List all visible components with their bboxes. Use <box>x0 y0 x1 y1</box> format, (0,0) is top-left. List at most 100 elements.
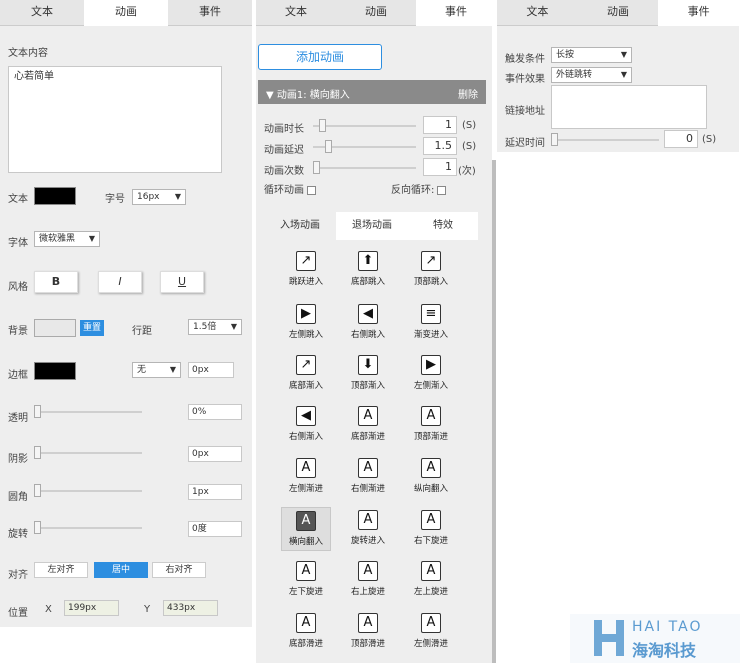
animation-item[interactable]: A 顶部滑进 <box>343 613 393 649</box>
delete-link[interactable]: 删除 <box>458 86 478 101</box>
animation-item[interactable]: ↗ 顶部跳入 <box>406 251 456 287</box>
rotate-slider[interactable] <box>34 521 142 534</box>
y-input[interactable]: 433px <box>163 600 218 616</box>
underline-button[interactable]: U <box>160 271 204 293</box>
slider-handle[interactable] <box>313 161 320 174</box>
animation-item[interactable]: A 右上旋进 <box>343 561 393 597</box>
animation-item[interactable]: A 左下旋进 <box>281 561 331 597</box>
slider-handle[interactable] <box>34 446 41 459</box>
delay-input[interactable]: 1.5 <box>423 137 457 155</box>
radius-slider[interactable] <box>34 484 142 497</box>
middle-tab-event[interactable]: 事件 <box>416 0 496 26</box>
reset-button[interactable]: 重置 <box>80 320 104 336</box>
animation-item[interactable]: ◀ 右侧渐入 <box>281 406 331 442</box>
bold-button[interactable]: B <box>34 271 78 293</box>
reverse-checkbox[interactable] <box>437 185 447 195</box>
middle-tab-text[interactable]: 文本 <box>256 0 336 26</box>
animation-item[interactable]: ↗ 底部渐入 <box>281 355 331 391</box>
style-label: 风格 <box>8 282 28 293</box>
animation-item[interactable]: A 底部滑进 <box>281 613 331 649</box>
radius-input[interactable]: 1px <box>188 484 242 500</box>
duration-input[interactable]: 1 <box>423 116 457 134</box>
animation-item[interactable]: A 左上旋进 <box>406 561 456 597</box>
right-tab-animation[interactable]: 动画 <box>577 0 659 26</box>
delay-slider[interactable] <box>313 140 416 153</box>
slider-handle[interactable] <box>34 405 41 418</box>
right-tab-text[interactable]: 文本 <box>497 0 578 26</box>
animation-item[interactable]: A 旋转进入 <box>343 510 393 546</box>
add-animation-button[interactable]: 添加动画 <box>258 44 382 70</box>
slider-handle[interactable] <box>34 484 41 497</box>
subtab-exit[interactable]: 退场动画 <box>336 212 408 240</box>
border-width-input[interactable]: 0px <box>188 362 234 378</box>
effect-value: 外链跳转 <box>556 70 593 80</box>
animation-item[interactable]: A 纵向翻入 <box>406 458 456 494</box>
delay-time-input[interactable]: 0 <box>664 130 698 148</box>
left-tab-event[interactable]: 事件 <box>168 0 252 26</box>
animation-label: 渐变进入 <box>413 330 448 340</box>
count-slider[interactable] <box>313 161 416 174</box>
link-textarea[interactable] <box>551 85 707 129</box>
animation-item[interactable]: A 右侧渐进 <box>343 458 393 494</box>
opacity-slider[interactable] <box>34 405 142 418</box>
loop-label: 循环动画 <box>264 185 304 196</box>
subtab-enter[interactable]: 入场动画 <box>264 212 336 240</box>
middle-scrollbar[interactable] <box>492 160 496 663</box>
slider-handle[interactable] <box>319 119 326 132</box>
line-height-select[interactable]: 1.5倍 ▼ <box>188 319 242 335</box>
count-input[interactable]: 1 <box>423 158 457 176</box>
animation-label: 横向翻入 <box>288 537 323 547</box>
rotate-input[interactable]: 0度 <box>188 521 242 537</box>
middle-tab-animation[interactable]: 动画 <box>336 0 416 26</box>
shadow-input[interactable]: 0px <box>188 446 242 462</box>
subtab-effect[interactable]: 特效 <box>408 212 478 240</box>
animation-item[interactable]: ⬆ 底部跳入 <box>343 251 393 287</box>
slider-handle[interactable] <box>551 133 558 146</box>
duration-slider[interactable] <box>313 119 416 132</box>
animation-item[interactable]: ≡ 渐变进入 <box>406 304 456 340</box>
animation-item[interactable]: A 顶部渐进 <box>406 406 456 442</box>
delay-unit: (S) <box>462 141 477 152</box>
animation-label: 顶部渐进 <box>413 432 448 442</box>
animation-item[interactable]: A 右下旋进 <box>406 510 456 546</box>
align-right-button[interactable]: 右对齐 <box>152 562 206 578</box>
animation-label: 底部跳入 <box>350 277 385 287</box>
animation-header[interactable]: ▼ 动画1: 横向翻入 删除 <box>258 80 486 104</box>
effect-select[interactable]: 外链跳转 ▼ <box>551 67 632 83</box>
align-center-button[interactable]: 居中 <box>94 562 148 578</box>
left-tab-text[interactable]: 文本 <box>0 0 84 26</box>
x-input[interactable]: 199px <box>64 600 119 616</box>
animation-item[interactable]: ▶ 左侧渐入 <box>406 355 456 391</box>
link-label: 链接地址 <box>505 106 545 117</box>
background-color-swatch[interactable] <box>34 319 76 337</box>
animation-item[interactable]: ▶ 左侧跳入 <box>281 304 331 340</box>
font-size-select[interactable]: 16px ▼ <box>132 189 186 205</box>
animation-item[interactable]: A 左侧渐进 <box>281 458 331 494</box>
animation-item[interactable]: ⬇ 顶部渐入 <box>343 355 393 391</box>
animation-item[interactable]: ↗ 跳跃进入 <box>281 251 331 287</box>
border-color-swatch[interactable] <box>34 362 76 380</box>
slider-handle[interactable] <box>325 140 332 153</box>
shadow-slider[interactable] <box>34 446 142 459</box>
align-left-button[interactable]: 左对齐 <box>34 562 88 578</box>
trigger-select[interactable]: 长按 ▼ <box>551 47 632 63</box>
text-color-swatch[interactable] <box>34 187 76 205</box>
slider-handle[interactable] <box>34 521 41 534</box>
font-family-select[interactable]: 微软雅黑 ▼ <box>34 231 100 247</box>
animation-label: 右侧渐进 <box>350 484 385 494</box>
italic-button[interactable]: I <box>98 271 142 293</box>
right-tab-event[interactable]: 事件 <box>658 0 740 26</box>
animation-item[interactable]: A 横向翻入 <box>281 507 331 551</box>
left-tab-animation[interactable]: 动画 <box>84 0 168 26</box>
opacity-input[interactable]: 0% <box>188 404 242 420</box>
content-textarea[interactable]: 心若简单 <box>8 66 222 173</box>
animation-label: 底部渐入 <box>288 381 323 391</box>
animation-item[interactable]: A 左侧滑进 <box>406 613 456 649</box>
animation-preview-icon: A <box>358 561 378 581</box>
loop-checkbox[interactable] <box>307 185 316 195</box>
border-style-select[interactable]: 无 ▼ <box>132 362 181 378</box>
animation-label: 顶部滑进 <box>350 639 385 649</box>
animation-item[interactable]: ◀ 右侧跳入 <box>343 304 393 340</box>
delay-time-slider[interactable] <box>551 133 659 146</box>
animation-item[interactable]: A 底部渐进 <box>343 406 393 442</box>
